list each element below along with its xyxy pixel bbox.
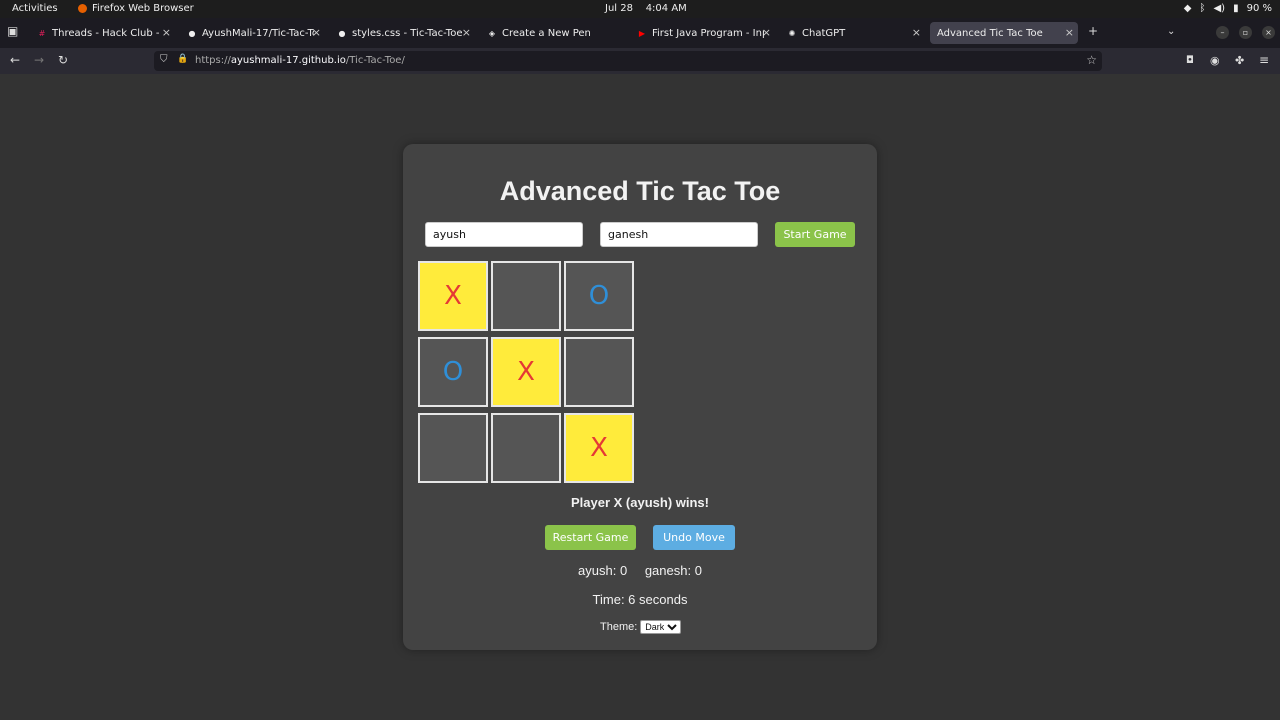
board-cell[interactable] <box>491 261 561 331</box>
tab-title: styles.css - Tic-Tac-Toe [Co <box>352 27 464 39</box>
tracking-protection-icon[interactable]: ⛉ <box>160 54 168 65</box>
game-status-message: Player X (ayush) wins! <box>571 495 709 510</box>
close-tab-icon[interactable]: × <box>1065 26 1074 39</box>
activities-button[interactable]: Activities <box>12 3 58 14</box>
cell-mark: O <box>588 281 610 311</box>
lock-icon[interactable]: 🔒 <box>177 54 188 64</box>
account-icon[interactable]: ◉ <box>1210 54 1220 67</box>
tab-title: AyushMali-17/Tic-Tac-Toe <box>202 27 314 39</box>
cell-mark: X <box>517 357 535 387</box>
firefox-icon <box>78 4 87 13</box>
wifi-icon: ◆ <box>1183 3 1192 14</box>
slack-icon: # <box>38 28 46 38</box>
tab-title: First Java Program - Input <box>652 27 764 39</box>
close-tab-icon[interactable]: × <box>462 26 471 39</box>
focused-app-name: Firefox Web Browser <box>92 3 194 14</box>
tab-codepen[interactable]: ◈ Create a New Pen <box>480 22 625 44</box>
restart-game-button[interactable]: Restart Game <box>545 525 636 550</box>
clock-date: Jul 28 <box>605 3 633 14</box>
tab-title: ChatGPT <box>802 27 846 39</box>
board-cell[interactable]: X <box>564 413 634 483</box>
new-tab-icon[interactable]: + <box>1088 24 1098 38</box>
codepen-icon: ◈ <box>488 28 496 38</box>
back-icon[interactable]: ← <box>10 53 20 67</box>
window-close-icon[interactable]: × <box>1262 26 1275 39</box>
tab-github-repo[interactable]: ● AyushMali-17/Tic-Tac-Toe × <box>180 22 325 44</box>
github-icon: ● <box>188 28 196 38</box>
battery-icon: ▮ <box>1233 3 1239 14</box>
bluetooth-icon: ᛒ <box>1199 3 1206 14</box>
youtube-icon: ▶ <box>638 28 646 38</box>
board-cell[interactable]: O <box>564 261 634 331</box>
undo-move-button[interactable]: Undo Move <box>653 525 735 550</box>
pocket-icon[interactable]: ◘ <box>1186 55 1194 66</box>
extensions-icon[interactable]: ✤ <box>1235 54 1244 67</box>
system-tray[interactable]: ◆ ᛒ ◀) ▮ 90 % <box>1184 3 1272 14</box>
board-cell[interactable] <box>564 337 634 407</box>
tab-title: Threads - Hack Club - Slac <box>52 27 162 39</box>
cell-mark: O <box>442 357 464 387</box>
tab-tic-tac-toe[interactable]: Advanced Tic Tac Toe × <box>930 22 1078 44</box>
tab-title: Advanced Tic Tac Toe <box>937 27 1043 39</box>
tab-styles-css[interactable]: ● styles.css - Tic-Tac-Toe [Co × <box>330 22 475 44</box>
board-cell[interactable] <box>491 413 561 483</box>
clock[interactable]: Jul 28 4:04 AM <box>605 3 687 14</box>
tab-youtube[interactable]: ▶ First Java Program - Input × <box>630 22 775 44</box>
volume-icon: ◀) <box>1213 3 1226 14</box>
board-cell[interactable]: X <box>491 337 561 407</box>
minimize-icon[interactable]: – <box>1216 26 1229 39</box>
clock-time: 4:04 AM <box>645 3 687 14</box>
player2-score: ganesh: 0 <box>644 563 702 578</box>
reload-icon[interactable]: ↻ <box>58 53 68 67</box>
start-game-button[interactable]: Start Game <box>775 222 855 247</box>
tab-title: Create a New Pen <box>502 27 591 39</box>
close-tab-icon[interactable]: × <box>162 26 171 39</box>
url-text: https://ayushmali-17.github.io/Tic-Tac-T… <box>195 55 405 66</box>
url-path: /Tic-Tac-Toe/ <box>345 55 405 66</box>
tab-threads[interactable]: # Threads - Hack Club - Slac × <box>30 22 175 44</box>
theme-selector: Theme: Dark <box>600 620 682 634</box>
player1-name-input[interactable] <box>425 222 583 247</box>
close-tab-icon[interactable]: × <box>312 26 321 39</box>
board-cell[interactable]: X <box>418 261 488 331</box>
scoreboard: ayush: 0 ganesh: 0 <box>0 563 1280 578</box>
navigation-toolbar: ← → ↻ ⛉ 🔒 https://ayushmali-17.github.io… <box>0 48 1280 74</box>
url-host: ayushmali-17.github.io <box>230 55 346 66</box>
battery-level: 90 % <box>1246 3 1272 14</box>
chatgpt-icon: ✺ <box>788 28 796 38</box>
theme-label: Theme: <box>600 621 638 633</box>
forward-icon[interactable]: → <box>34 53 44 67</box>
theme-select[interactable]: Dark <box>640 620 682 634</box>
url-protocol: https:// <box>195 55 231 66</box>
cell-mark: X <box>590 433 608 463</box>
tab-bar: ▣ # Threads - Hack Club - Slac × ● Ayush… <box>0 18 1280 48</box>
close-tab-icon[interactable]: × <box>762 26 771 39</box>
menu-icon[interactable]: ≡ <box>1259 53 1269 67</box>
bookmark-star-icon[interactable]: ☆ <box>1086 53 1097 67</box>
player2-name-input[interactable] <box>600 222 758 247</box>
board-cell[interactable]: O <box>418 337 488 407</box>
focused-app-indicator[interactable]: Firefox Web Browser <box>78 3 194 14</box>
page-title: Advanced Tic Tac Toe <box>499 176 781 206</box>
game-timer: Time: 6 seconds <box>592 592 688 607</box>
list-all-tabs-icon[interactable]: ⌄ <box>1167 26 1175 37</box>
address-bar[interactable]: ⛉ 🔒 https://ayushmali-17.github.io/Tic-T… <box>154 51 1102 71</box>
player1-score: ayush: 0 <box>578 563 628 578</box>
github-icon: ● <box>338 28 346 38</box>
firefox-view-icon[interactable]: ▣ <box>7 24 18 38</box>
system-top-bar: Activities Firefox Web Browser Jul 28 4:… <box>0 0 1280 18</box>
close-tab-icon[interactable]: × <box>912 26 921 39</box>
restore-icon[interactable]: ▫ <box>1239 26 1252 39</box>
tab-chatgpt[interactable]: ✺ ChatGPT × <box>780 22 925 44</box>
cell-mark: X <box>444 281 462 311</box>
board-cell[interactable] <box>418 413 488 483</box>
